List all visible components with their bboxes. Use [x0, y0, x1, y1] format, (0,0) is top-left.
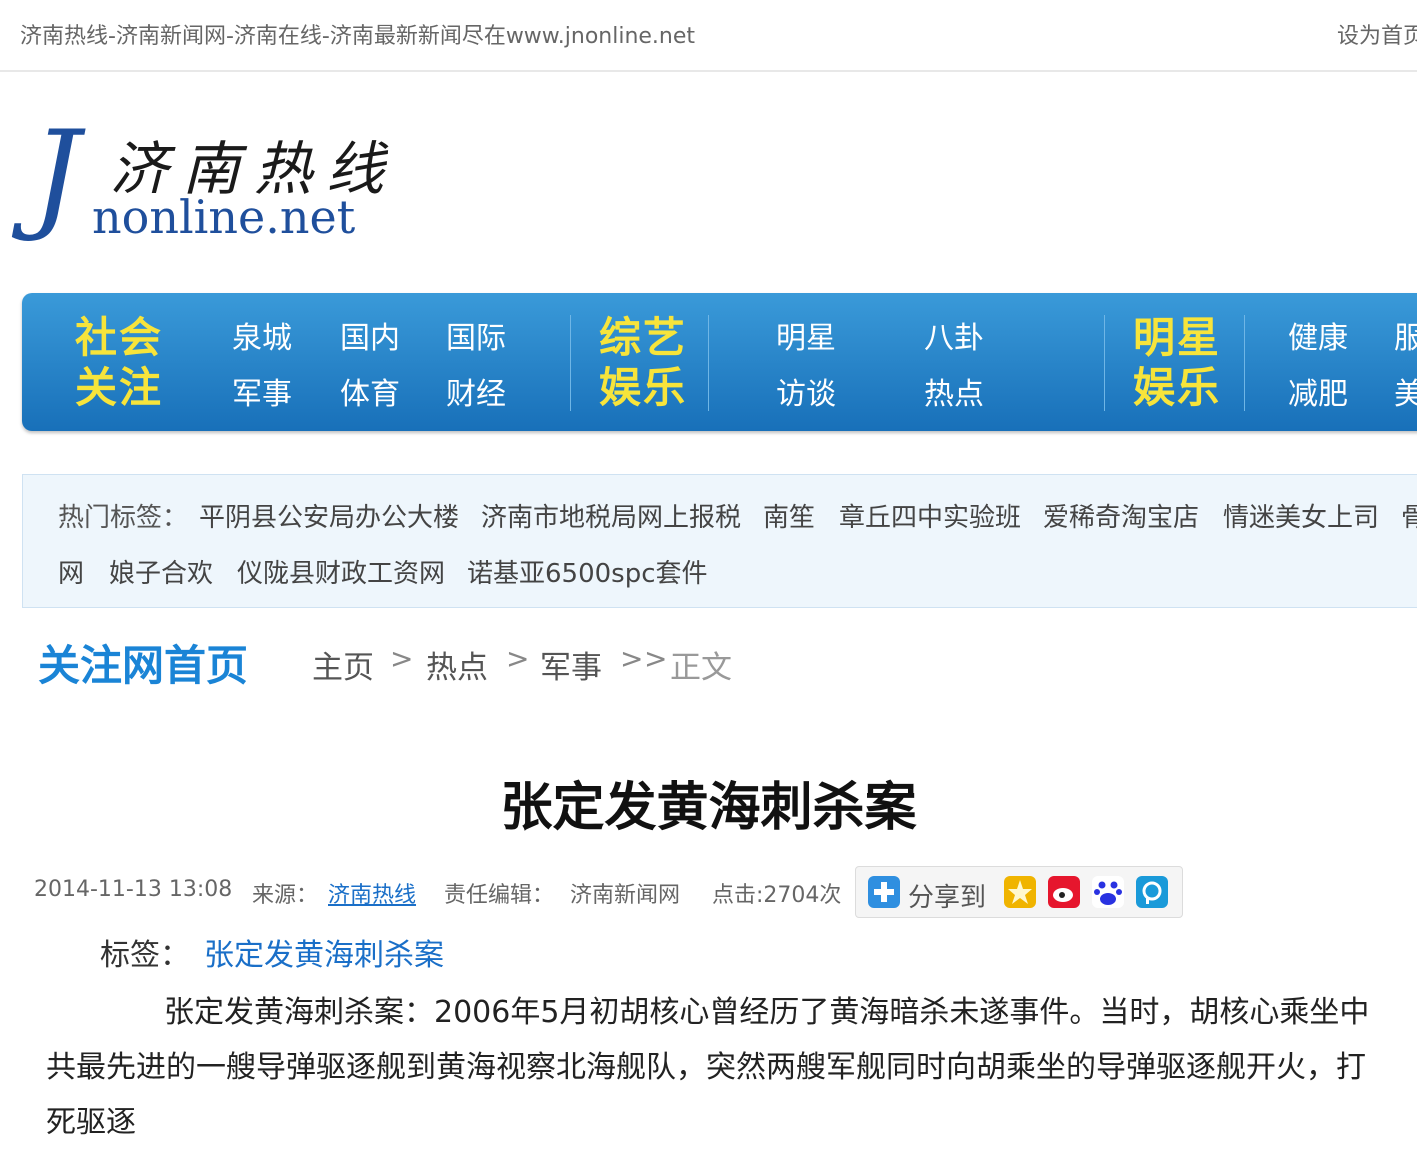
nav-divider	[708, 315, 709, 411]
hot-tag[interactable]: 南笙	[763, 497, 815, 534]
share-plus-icon[interactable]	[868, 876, 900, 908]
baidu-icon[interactable]	[1092, 876, 1124, 908]
main-nav: 社会关注 泉城 国内 国际 军事 体育 财经 综艺娱乐 明星 八卦 访谈 热点 …	[22, 293, 1417, 431]
logo-english: nonline.net	[92, 190, 356, 244]
top-bar: 济南热线-济南新闻网-济南在线-济南最新新闻尽在www.jnonline.net…	[0, 0, 1417, 72]
breadcrumb-current: 正文	[670, 650, 732, 686]
hot-tags-label: 热门标签：	[58, 503, 189, 533]
article-title: 张定发黄海刺杀案	[500, 778, 917, 838]
breadcrumb-separator: >	[644, 642, 668, 675]
article-body: 张定发黄海刺杀案：2006年5月初胡核心曾经历了黄海暗杀未遂事件。当时，胡核心乘…	[46, 985, 1386, 1150]
nav-link-domestic[interactable]: 国内	[340, 313, 400, 357]
article-tags: 标签： 张定发黄海刺杀案	[100, 930, 444, 974]
breadcrumb-hot[interactable]: 热点	[426, 642, 488, 687]
breadcrumb-military[interactable]: 军事	[540, 642, 602, 687]
nav-divider	[570, 315, 571, 411]
nav-link-gossip[interactable]: 八卦	[924, 313, 984, 357]
logo-letter: J	[32, 106, 81, 245]
tag-label: 标签：	[100, 938, 190, 973]
nav-link-quancheng[interactable]: 泉城	[232, 313, 292, 357]
breadcrumb-separator: >	[620, 642, 644, 675]
section-brand[interactable]: 关注网首页	[38, 632, 248, 693]
nav-link-hot[interactable]: 热点	[924, 369, 984, 413]
hot-tag[interactable]: 骨	[1401, 497, 1417, 534]
breadcrumb-separator: >	[506, 642, 530, 675]
source-label: 来源：	[252, 883, 319, 908]
hot-tag[interactable]: 济南市地税局网上报税	[481, 497, 741, 534]
article-paragraph: 张定发黄海刺杀案：2006年5月初胡核心曾经历了黄海暗杀未遂事件。当时，胡核心乘…	[46, 995, 1370, 1140]
nav-link-sports[interactable]: 体育	[340, 369, 400, 413]
breadcrumb-home[interactable]: 主页	[312, 642, 374, 687]
share-bar: 分享到	[855, 866, 1183, 918]
hot-tag[interactable]: 网	[58, 553, 84, 590]
nav-link-health[interactable]: 健康	[1288, 313, 1348, 357]
hot-tag[interactable]: 章丘四中实验班	[839, 497, 1021, 534]
hot-tag[interactable]: 诺基亚6500spc套件	[467, 553, 708, 590]
hot-tag[interactable]: 娘子合欢	[109, 553, 213, 590]
nav-link-international[interactable]: 国际	[446, 313, 506, 357]
nav-link-finance[interactable]: 财经	[446, 369, 506, 413]
hot-tag[interactable]: 平阴县公安局办公大楼	[199, 497, 459, 534]
source-link[interactable]: 济南热线	[328, 877, 416, 909]
tqq-icon[interactable]	[1136, 876, 1168, 908]
breadcrumb-separator: >	[390, 642, 414, 675]
article-date: 2014-11-13 13:08	[34, 877, 233, 902]
nav-group-celebrity[interactable]: 明星娱乐	[1122, 313, 1232, 413]
hot-tag[interactable]: 仪陇县财政工资网	[237, 553, 445, 590]
qzone-icon[interactable]	[1004, 876, 1036, 908]
weibo-icon[interactable]	[1048, 876, 1080, 908]
breadcrumb: 关注网首页 主页 > 热点 > 军事 > > 正文	[36, 630, 836, 690]
nav-link-beauty[interactable]: 美	[1394, 369, 1417, 413]
set-homepage-link[interactable]: 设为首页	[1337, 18, 1417, 50]
nav-link-diet[interactable]: 减肥	[1288, 369, 1348, 413]
click-count: 点击:2704次	[712, 883, 842, 908]
editor-name: 济南新闻网	[570, 883, 681, 908]
tag-link[interactable]: 张定发黄海刺杀案	[204, 930, 444, 974]
nav-group-variety[interactable]: 综艺娱乐	[588, 313, 698, 413]
nav-divider	[1244, 315, 1245, 411]
share-label[interactable]: 分享到	[908, 877, 986, 914]
site-logo[interactable]: J 济南热线 nonline.net	[30, 110, 420, 250]
nav-link-stars[interactable]: 明星	[776, 313, 836, 357]
hot-tags-panel: 热门标签： 平阴县公安局办公大楼 济南市地税局网上报税 南笙 章丘四中实验班 爱…	[22, 474, 1417, 608]
site-title: 济南热线-济南新闻网-济南在线-济南最新新闻尽在www.jnonline.net	[20, 24, 696, 49]
hot-tag[interactable]: 情迷美女上司	[1223, 497, 1379, 534]
nav-divider	[1104, 315, 1105, 411]
nav-link-military[interactable]: 军事	[232, 369, 292, 413]
nav-group-society[interactable]: 社会关注	[64, 313, 174, 413]
nav-link-clothing[interactable]: 服	[1394, 313, 1417, 357]
hot-tag[interactable]: 爱稀奇淘宝店	[1043, 497, 1199, 534]
nav-link-interview[interactable]: 访谈	[776, 369, 836, 413]
editor-label: 责任编辑：	[444, 883, 555, 908]
